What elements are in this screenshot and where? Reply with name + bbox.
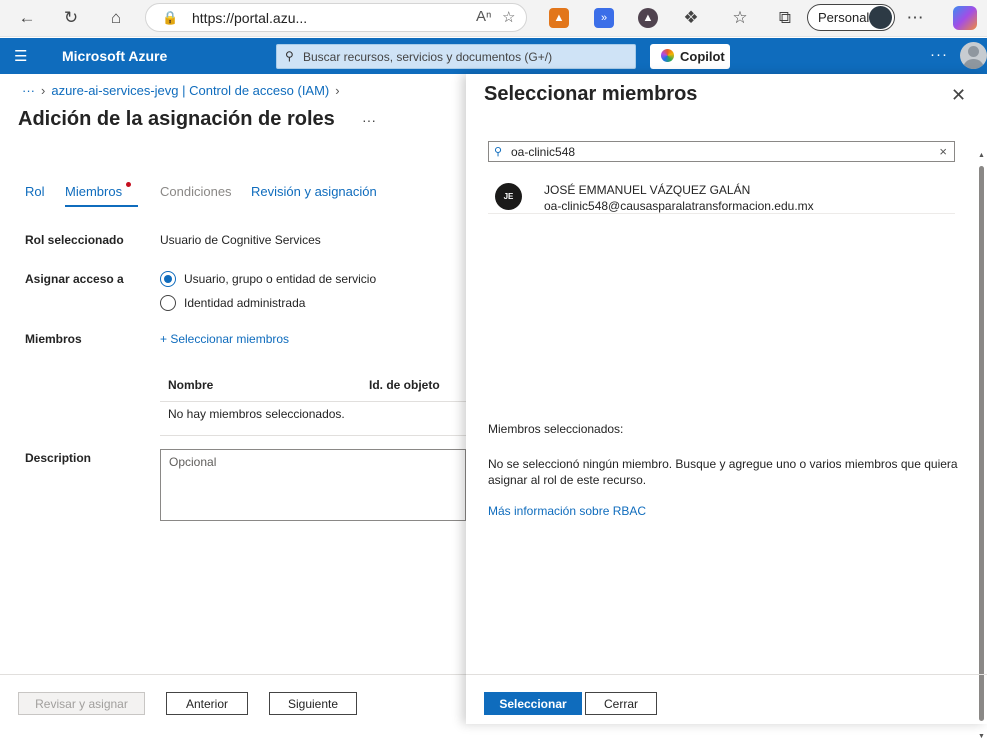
breadcrumb: ··· › azure-ai-services-jevg | Control de …: [22, 83, 346, 98]
azure-search-placeholder: Buscar recursos, servicios y documentos …: [303, 50, 553, 64]
footer-divider: [0, 674, 466, 675]
assign-access-label: Asignar acceso a: [25, 272, 124, 286]
address-bar[interactable]: 🔒 https://portal.azu... Aⁿ ☆: [145, 3, 527, 32]
read-aloud-icon[interactable]: Aⁿ: [476, 8, 491, 25]
favorite-star-icon[interactable]: ☆: [502, 8, 515, 26]
azure-header: ☰ Microsoft Azure ⚲ Buscar recursos, ser…: [0, 38, 987, 74]
table-divider: [160, 435, 466, 436]
user-avatar[interactable]: [960, 42, 987, 69]
copilot-button[interactable]: Copilot: [650, 44, 730, 69]
page-more-options[interactable]: ···: [362, 112, 376, 128]
selected-members-heading: Miembros seleccionados:: [488, 422, 624, 436]
refresh-icon[interactable]: ↻: [58, 6, 84, 30]
menu-hamburger-icon[interactable]: ☰: [14, 47, 27, 65]
tab-miembros[interactable]: Miembros: [65, 184, 122, 199]
more-options-icon[interactable]: ···: [930, 46, 948, 63]
radio-user-group[interactable]: [160, 271, 176, 287]
select-members-link[interactable]: + Seleccionar miembros: [160, 332, 289, 346]
tab-rol[interactable]: Rol: [25, 184, 45, 199]
copilot-sidebar-icon[interactable]: [953, 6, 977, 30]
avatar: JE: [495, 183, 522, 210]
profile-label: Personal: [818, 10, 870, 25]
breadcrumb-item[interactable]: azure-ai-services-jevg | Control de acce…: [51, 83, 329, 98]
chevron-right-icon: ›: [41, 83, 46, 98]
extension-arrow-icon[interactable]: »: [594, 8, 614, 28]
member-search-value[interactable]: oa-clinic548: [511, 145, 575, 159]
favorites-icon[interactable]: ☆: [727, 6, 753, 30]
result-divider: [488, 213, 955, 214]
rol-label: Rol seleccionado: [25, 233, 124, 247]
table-empty-message: No hay miembros seleccionados.: [168, 407, 345, 421]
extension-circle-icon[interactable]: ▲: [638, 8, 658, 28]
radio-managed-identity-label[interactable]: Identidad administrada: [184, 296, 305, 310]
azure-search-input[interactable]: ⚲ Buscar recursos, servicios y documento…: [276, 44, 636, 69]
panel-scrollbar[interactable]: ▲ ▼: [978, 152, 985, 740]
rbac-info-link[interactable]: Más información sobre RBAC: [488, 504, 646, 518]
breadcrumb-ellipsis[interactable]: ···: [22, 83, 35, 98]
close-button[interactable]: Cerrar: [585, 692, 657, 715]
table-divider: [160, 401, 466, 402]
previous-button[interactable]: Anterior: [166, 692, 248, 715]
selected-members-message: No se seleccionó ningún miembro. Busque …: [488, 457, 958, 487]
address-url[interactable]: https://portal.azu...: [192, 10, 307, 26]
next-button[interactable]: Siguiente: [269, 692, 357, 715]
home-icon[interactable]: ⌂: [103, 6, 129, 30]
select-button[interactable]: Seleccionar: [484, 692, 582, 715]
page-title: Adición de la asignación de roles: [18, 108, 335, 130]
copilot-label: Copilot: [680, 49, 725, 64]
profile-button[interactable]: Personal: [807, 4, 895, 31]
collections-icon[interactable]: ⧉: [772, 6, 798, 30]
panel-footer-divider: [466, 674, 987, 675]
description-label: Description: [25, 451, 92, 465]
rol-value: Usuario de Cognitive Services: [160, 233, 321, 247]
clear-search-icon[interactable]: ×: [939, 144, 947, 159]
chevron-right-icon: ›: [335, 83, 340, 98]
metamask-extension-icon[interactable]: ▲: [549, 8, 569, 28]
member-search-input[interactable]: ⚲ oa-clinic548 ×: [488, 141, 955, 162]
scroll-up-icon[interactable]: ▲: [978, 152, 985, 159]
browser-toolbar: ← ↻ ⌂ 🔒 https://portal.azu... Aⁿ ☆ ▲ » ▲…: [0, 0, 987, 37]
search-icon: ⚲: [285, 49, 294, 63]
scroll-thumb[interactable]: [979, 166, 984, 721]
radio-user-group-label[interactable]: Usuario, grupo o entidad de servicio: [184, 272, 376, 286]
azure-brand[interactable]: Microsoft Azure: [62, 48, 167, 64]
result-name[interactable]: JOSÉ EMMANUEL VÁZQUEZ GALÁN: [544, 183, 750, 197]
radio-managed-identity[interactable]: [160, 295, 176, 311]
required-dot: [126, 182, 131, 187]
members-label: Miembros: [25, 332, 82, 346]
column-header-object-id[interactable]: Id. de objeto: [369, 378, 440, 392]
tab-revision[interactable]: Revisión y asignación: [251, 184, 377, 199]
copilot-icon: [661, 49, 674, 62]
panel-title: Seleccionar miembros: [484, 83, 698, 105]
review-assign-button[interactable]: Revisar y asignar: [18, 692, 145, 715]
search-icon: ⚲: [494, 146, 503, 158]
extensions-puzzle-icon[interactable]: ❖: [678, 6, 704, 30]
description-textarea[interactable]: Opcional: [160, 449, 466, 521]
profile-avatar: [869, 6, 892, 29]
description-placeholder: Opcional: [169, 455, 217, 469]
back-icon[interactable]: ←: [14, 6, 40, 30]
column-header-name[interactable]: Nombre: [168, 378, 213, 392]
result-email[interactable]: oa-clinic548@causasparalatransformacion.…: [544, 199, 814, 213]
browser-menu-icon[interactable]: ⋯: [902, 6, 928, 30]
active-tab-indicator: [65, 205, 138, 207]
close-icon[interactable]: ✕: [951, 85, 966, 106]
tab-condiciones: Condiciones: [160, 184, 232, 199]
select-members-panel: Seleccionar miembros ✕ ⚲ oa-clinic548 × …: [466, 74, 987, 740]
lock-icon: 🔒: [162, 10, 179, 25]
scroll-down-icon[interactable]: ▼: [978, 733, 985, 740]
